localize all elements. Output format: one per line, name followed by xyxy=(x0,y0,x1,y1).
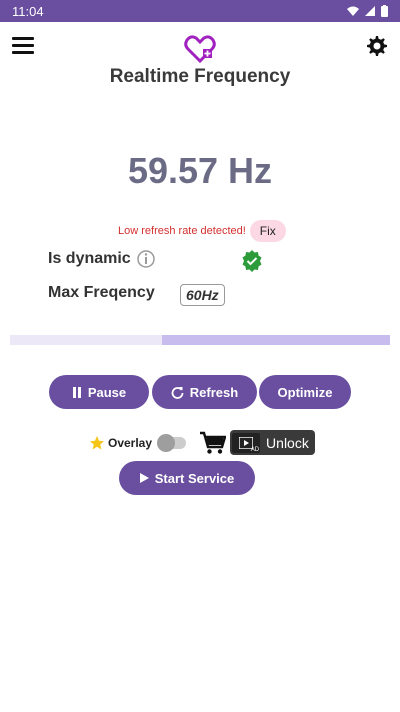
star-icon xyxy=(90,435,104,449)
refresh-label: Refresh xyxy=(189,384,239,400)
overlay-row: Overlay AD Unlock xyxy=(90,430,315,455)
status-bar: 11:04 xyxy=(0,0,400,22)
refresh-button[interactable]: Refresh xyxy=(152,375,257,409)
ad-badge: AD xyxy=(250,446,260,453)
unlock-label: Unlock xyxy=(266,434,309,451)
warning-text: Low refresh rate detected! xyxy=(118,225,246,237)
max-frequency-value: 60Hz xyxy=(180,284,225,306)
refresh-warning: Low refresh rate detected! Fix xyxy=(118,220,286,242)
cart-icon[interactable] xyxy=(200,431,227,455)
optimize-button[interactable]: Optimize xyxy=(259,375,351,409)
start-service-label: Start Service xyxy=(154,470,235,486)
pause-label: Pause xyxy=(87,384,127,400)
pause-button[interactable]: Pause xyxy=(49,375,149,409)
page-title: Realtime Frequency xyxy=(109,66,291,87)
toggle-knob xyxy=(157,433,176,452)
frequency-progress-bar xyxy=(10,335,390,345)
overlay-label: Overlay xyxy=(108,435,153,450)
wifi-icon xyxy=(347,6,359,16)
frequency-readout: 59.57 Hz xyxy=(127,150,273,191)
status-time: 11:04 xyxy=(12,3,44,19)
optimize-label: Optimize xyxy=(277,384,333,400)
heart-plus-icon xyxy=(184,35,216,64)
overlay-toggle[interactable] xyxy=(157,433,187,452)
signal-icon xyxy=(365,6,375,16)
status-icons xyxy=(347,5,388,17)
progress-fill xyxy=(162,335,390,345)
gear-icon[interactable] xyxy=(364,34,388,58)
start-service-button[interactable]: Start Service xyxy=(119,461,255,495)
max-frequency-label: Max Freqency xyxy=(48,284,155,301)
app-bar: Realtime Frequency xyxy=(0,22,400,92)
refresh-icon xyxy=(171,386,184,399)
fix-button[interactable]: Fix xyxy=(249,220,286,242)
video-ad-icon: AD xyxy=(232,432,261,453)
play-icon xyxy=(139,473,149,483)
info-icon[interactable] xyxy=(136,250,155,268)
battery-icon xyxy=(381,5,388,17)
dynamic-label: Is dynamic xyxy=(48,250,131,267)
pause-icon xyxy=(72,386,81,398)
unlock-button[interactable]: AD Unlock xyxy=(230,430,315,455)
hamburger-menu-icon[interactable] xyxy=(12,37,34,55)
max-frequency-row: Max Freqency xyxy=(48,284,155,302)
dynamic-row: Is dynamic xyxy=(48,250,155,268)
audio-waveform-graphic xyxy=(3,600,392,700)
verified-check-icon xyxy=(242,250,262,272)
